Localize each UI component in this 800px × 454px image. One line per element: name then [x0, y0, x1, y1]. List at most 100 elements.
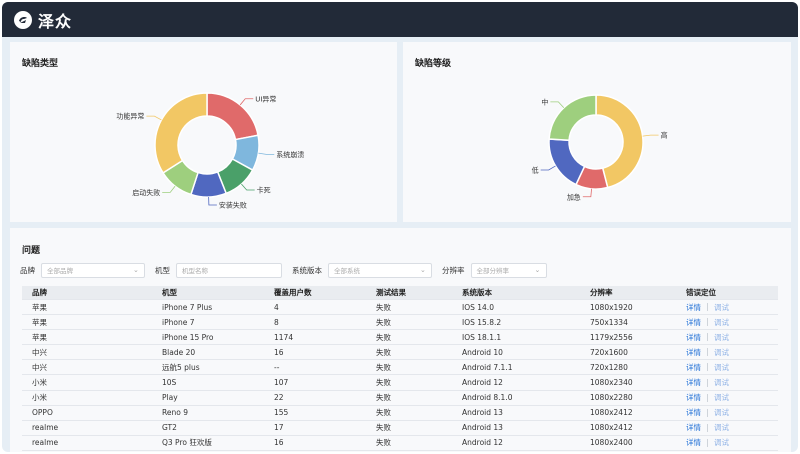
slice-label: 低 [532, 165, 539, 174]
cell-os: Android 7.1.1 [462, 362, 513, 372]
cell-users: 1174 [274, 332, 294, 342]
detail-link[interactable]: 详情 [686, 302, 701, 313]
cell-actions: 详情 调试 [676, 407, 776, 418]
column-header-error-location: 错误定位 [686, 288, 716, 297]
cell-result: 失败 [376, 362, 391, 372]
column-header-brand: 品牌 [32, 288, 47, 297]
table-row: 小米 Play 22 失败 Android 8.1.0 1080x2280 详情 调试 [22, 391, 778, 406]
label-leader-line [241, 183, 255, 191]
cell-result: 失败 [376, 408, 391, 418]
slice-label: 中 [541, 97, 548, 106]
slice-label: 安装失败 [219, 200, 247, 209]
cell-users: 16 [274, 438, 284, 448]
column-header-model: 机型 [162, 288, 177, 297]
cell-model: Play [162, 393, 178, 403]
cell-os: IOS 18.1.1 [462, 332, 502, 342]
slice-label: UI异常 [255, 94, 276, 103]
action-divider [707, 408, 708, 417]
column-header-resolution: 分辨率 [590, 288, 613, 297]
brand-filter-label: 品牌 [20, 265, 35, 275]
cell-result: 失败 [376, 317, 391, 327]
column-header-result: 测试结果 [376, 288, 406, 297]
defect-type-card: 缺陷类型 UI异常 系统崩溃 卡死 安装失败 启动失败 功能异常 [10, 42, 397, 222]
model-input[interactable]: 机型名称 [176, 262, 282, 278]
debug-link[interactable]: 调试 [714, 422, 729, 433]
defect-type-donut-chart: UI异常系统崩溃卡死安装失败 启动失败 功能异常 [116, 92, 304, 209]
cell-os: Android 13 [462, 408, 503, 418]
cell-model: 10S [162, 378, 177, 388]
table-row: 苹果 iPhone 7 8 失败 IOS 15.8.2 750x1334 详情 调试 [22, 315, 778, 331]
debug-link[interactable]: 调试 [714, 407, 729, 418]
label-leader-line [239, 98, 254, 106]
cell-actions: 详情 调试 [676, 392, 776, 403]
cell-model: iPhone 7 Plus [162, 302, 213, 312]
issues-title: 问题 [22, 246, 41, 256]
cell-users: 8 [274, 317, 279, 327]
table-row: OPPO Reno 9 155 失败 Android 13 1080x2412 详情 调试 [22, 406, 778, 421]
res-select[interactable]: 全部分辨率 ⌄ [470, 262, 547, 278]
detail-link[interactable]: 详情 [686, 392, 701, 403]
debug-link[interactable]: 调试 [714, 347, 729, 358]
cell-model: Blade 20 [162, 347, 196, 357]
brand-select[interactable]: 全部品牌 ⌄ [41, 262, 145, 278]
action-divider [707, 318, 708, 327]
cell-brand: 中兴 [32, 347, 47, 357]
detail-link[interactable]: 详情 [686, 437, 701, 448]
os-select[interactable]: 全部系统 ⌄ [328, 262, 432, 278]
donut-slice[interactable] [154, 92, 208, 174]
debug-link[interactable]: 调试 [714, 377, 729, 388]
debug-link[interactable]: 调试 [714, 317, 729, 328]
label-leader-line [146, 115, 162, 121]
cell-users: 155 [274, 408, 289, 418]
detail-link[interactable]: 详情 [686, 422, 701, 433]
cell-brand: OPPO [32, 408, 53, 418]
debug-link[interactable]: 调试 [714, 332, 729, 343]
cell-resolution: 1080x2412 [590, 423, 633, 433]
detail-link[interactable]: 详情 [686, 332, 701, 343]
cell-resolution: 720x1280 [590, 362, 628, 372]
table-row: realme Q3 Pro 狂欢版 16 失败 Android 12 1080x2400 详… [22, 436, 778, 451]
label-leader-line [550, 101, 565, 109]
cell-result: 失败 [376, 438, 391, 448]
column-header-os: 系统版本 [462, 288, 492, 297]
cell-users: 17 [274, 423, 284, 433]
action-divider [707, 438, 708, 447]
label-leader-line [642, 134, 659, 137]
cell-resolution: 1080x1920 [590, 302, 633, 312]
cell-brand: 苹果 [32, 317, 47, 327]
table-body: 苹果 iPhone 7 Plus 4 失败 IOS 14.0 1080x1920 详情 调试苹… [22, 300, 778, 451]
cell-users: 4 [274, 302, 279, 312]
debug-link[interactable]: 调试 [714, 362, 729, 373]
table-row: 苹果 iPhone 7 Plus 4 失败 IOS 14.0 1080x1920 详情 调试 [22, 300, 778, 316]
cell-os: Android 13 [462, 423, 503, 433]
chevron-down-icon: ⌄ [534, 265, 541, 274]
slice-label: 功能异常 [116, 112, 144, 121]
detail-link[interactable]: 详情 [686, 407, 701, 418]
debug-link[interactable]: 调试 [714, 392, 729, 403]
detail-link[interactable]: 详情 [686, 317, 701, 328]
debug-link[interactable]: 调试 [714, 437, 729, 448]
cell-brand: 中兴 [32, 362, 47, 372]
cell-brand: 苹果 [32, 302, 47, 312]
cell-result: 失败 [376, 378, 391, 388]
table-row: realme GT2 17 失败 Android 13 1080x2412 详情 调试 [22, 421, 778, 436]
cell-os: Android 8.1.0 [462, 393, 513, 403]
donut-slice[interactable] [206, 92, 259, 141]
donut-slice[interactable] [548, 138, 586, 186]
chevron-down-icon: ⌄ [133, 265, 139, 274]
cell-os: IOS 14.0 [462, 302, 494, 312]
debug-link[interactable]: 调试 [714, 302, 729, 313]
action-divider [707, 363, 708, 372]
label-leader-line [208, 196, 217, 206]
action-divider [707, 423, 708, 432]
detail-link[interactable]: 详情 [686, 362, 701, 373]
detail-link[interactable]: 详情 [686, 347, 701, 358]
cell-os: Android 12 [462, 438, 503, 448]
table-row: 中兴 Blade 20 16 失败 Android 10 720x1600 详情 调试 [22, 345, 778, 361]
defect-level-donut-chart: 高加急 低 中 [532, 94, 668, 201]
app-title: 泽众 [38, 11, 73, 31]
detail-link[interactable]: 详情 [686, 377, 701, 388]
model-input-placeholder: 机型名称 [182, 267, 208, 275]
action-divider [707, 333, 708, 342]
label-leader-line [162, 185, 176, 193]
